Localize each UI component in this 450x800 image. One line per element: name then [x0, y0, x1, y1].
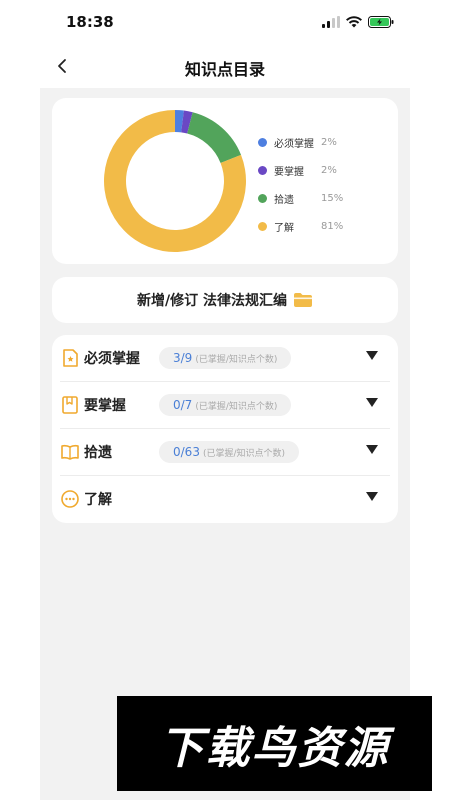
legend-percent: 15%	[321, 192, 344, 204]
legend-label: 了解	[274, 222, 294, 234]
progress-hint: (已掌握/知识点个数)	[195, 354, 278, 365]
legend-dot	[258, 165, 267, 175]
knowledge-category-list: 必须掌握 3/9 (已掌握/知识点个数) 要掌握 0/7 (已掌握/知识点个数)…	[52, 335, 398, 523]
watermark-text: 下载鸟资源	[159, 722, 390, 774]
progress-hint: (已掌握/知识点个数)	[202, 448, 286, 459]
page-title: 知识点目录	[184, 60, 265, 79]
donut-chart	[104, 110, 246, 252]
list-item-label: 拾遗	[84, 445, 112, 461]
legend-item: 拾遗 15%	[258, 184, 343, 212]
star-doc-icon	[63, 349, 78, 367]
bookmark-icon	[62, 396, 78, 414]
progress-count: 0/7	[173, 398, 193, 412]
legend-label: 必须掌握	[274, 138, 314, 150]
expand-arrow-icon[interactable]	[366, 492, 378, 501]
legend-item: 必须掌握 2%	[258, 128, 343, 156]
law-compilation-banner[interactable]: 新增/修订 法律法规汇编	[52, 277, 398, 323]
folder-icon	[294, 293, 312, 307]
battery-charging-icon	[368, 16, 394, 28]
watermark-logo: 下载鸟资源	[117, 696, 432, 791]
list-item-supplement[interactable]: 拾遗 0/63 (已掌握/知识点个数)	[52, 429, 398, 476]
legend-percent: 81%	[321, 220, 344, 232]
expand-arrow-icon[interactable]	[366, 398, 378, 407]
progress-pill: 0/63 (已掌握/知识点个数)	[159, 441, 300, 463]
chart-card: 必须掌握 2% 要掌握 2% 拾遗 15% 了解 81%	[52, 98, 398, 264]
legend-dot	[258, 193, 267, 203]
banner-text: 新增/修订 法律法规汇编	[137, 293, 287, 309]
legend-item: 要掌握 2%	[258, 156, 343, 184]
open-book-icon	[61, 444, 79, 460]
status-time: 18:38	[66, 13, 114, 31]
progress-count: 3/9	[173, 351, 193, 365]
progress-hint: (已掌握/知识点个数)	[195, 401, 278, 412]
legend-dot	[258, 221, 267, 231]
wifi-icon	[346, 16, 362, 28]
progress-count: 0/63	[173, 445, 200, 459]
status-bar: 18:38	[0, 0, 450, 44]
expand-arrow-icon[interactable]	[366, 445, 378, 454]
more-circle-icon	[61, 490, 79, 508]
legend-percent: 2%	[321, 136, 337, 148]
nav-bar: 知识点目录	[0, 44, 450, 88]
legend-label: 拾遗	[274, 194, 294, 206]
legend-dot	[258, 137, 267, 147]
list-item-label: 要掌握	[84, 398, 126, 414]
list-item-should-master[interactable]: 要掌握 0/7 (已掌握/知识点个数)	[52, 382, 398, 429]
donut-slice-2	[187, 112, 242, 163]
legend-label: 要掌握	[274, 166, 304, 178]
expand-arrow-icon[interactable]	[366, 351, 378, 360]
legend-percent: 2%	[321, 164, 337, 176]
list-item-understand[interactable]: 了解	[52, 476, 398, 523]
list-item-label: 了解	[84, 492, 112, 508]
list-item-must-master[interactable]: 必须掌握 3/9 (已掌握/知识点个数)	[52, 335, 398, 382]
status-icons	[322, 16, 394, 28]
progress-pill: 3/9 (已掌握/知识点个数)	[159, 347, 292, 369]
signal-icon	[322, 16, 340, 28]
legend-item: 了解 81%	[258, 212, 343, 240]
chart-legend: 必须掌握 2% 要掌握 2% 拾遗 15% 了解 81%	[258, 128, 343, 240]
list-item-label: 必须掌握	[84, 351, 140, 367]
progress-pill: 0/7 (已掌握/知识点个数)	[159, 394, 292, 416]
